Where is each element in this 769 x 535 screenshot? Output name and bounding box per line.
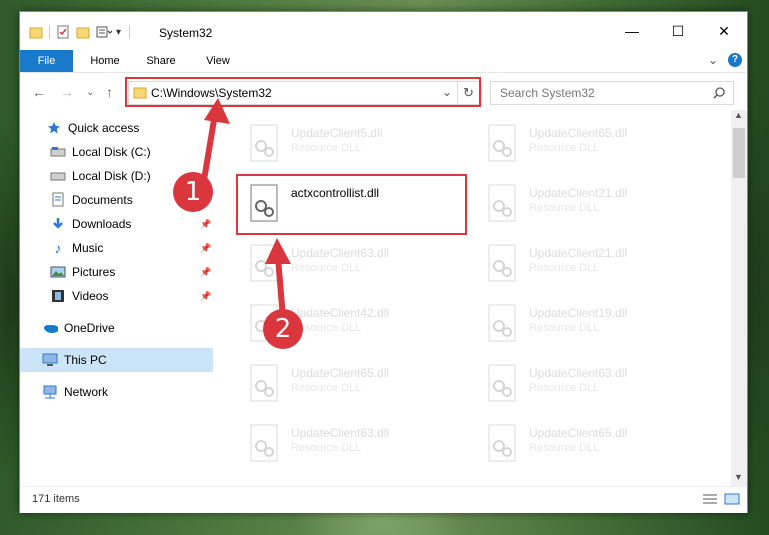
annotation-arrows <box>201 98 291 319</box>
step-2-badge: 2 <box>263 309 303 349</box>
step-1-badge: 1 <box>173 172 213 212</box>
